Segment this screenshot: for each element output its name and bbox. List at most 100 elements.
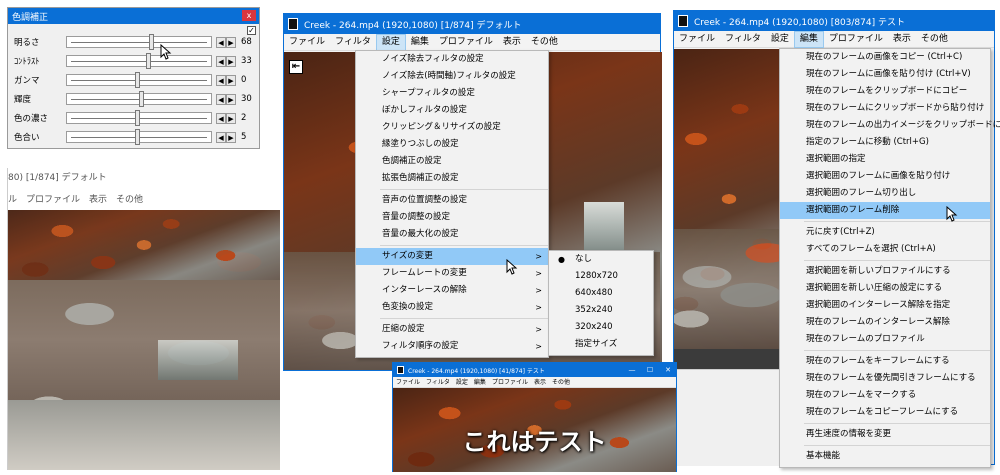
menu-settings[interactable]: 設定	[453, 377, 471, 388]
menu-item[interactable]: 選択範囲のインターレース解除を指定	[780, 297, 990, 314]
window-titlebar[interactable]: Creek - 264.mp4 (1920,1080) [1/874] デフォル…	[284, 14, 660, 34]
menu-item[interactable]: 指定のフレームに移動 (Ctrl+G)	[780, 134, 990, 151]
menu-filter[interactable]: フィルタ	[720, 31, 766, 48]
submenu-item[interactable]: 指定サイズ	[549, 336, 653, 353]
increment-arrow-icon[interactable]: ▶	[226, 131, 236, 143]
menu-item[interactable]: 基本機能	[780, 448, 990, 465]
menu-view[interactable]: 表示	[531, 377, 549, 388]
menu-item-delete-selection[interactable]: 選択範囲のフレーム削除	[780, 202, 990, 219]
close-icon[interactable]: ✕	[660, 363, 676, 377]
increment-arrow-icon[interactable]: ▶	[226, 112, 236, 124]
menu-profile[interactable]: プロファイル	[434, 34, 498, 51]
menu-item[interactable]: 選択範囲を新しいプロファイルにする	[780, 263, 990, 280]
submenu-item[interactable]: 640x480	[549, 285, 653, 302]
menu-item[interactable]: 現在のフレームをキーフレームにする	[780, 353, 990, 370]
menu-item[interactable]: 選択範囲の指定	[780, 151, 990, 168]
slider-thumb[interactable]	[135, 72, 140, 88]
luminance-slider[interactable]	[66, 91, 212, 107]
menu-other[interactable]: その他	[526, 34, 563, 51]
gamma-slider[interactable]	[66, 72, 212, 88]
increment-arrow-icon[interactable]: ▶	[226, 74, 236, 86]
slider-thumb[interactable]	[135, 110, 140, 126]
menu-item-framerate[interactable]: フレームレートの変更 >	[356, 265, 548, 282]
menu-item[interactable]: ル	[8, 192, 17, 205]
maximize-icon[interactable]: ☐	[642, 363, 658, 377]
increment-arrow-icon[interactable]: ▶	[226, 93, 236, 105]
menu-item[interactable]: クリッピング＆リサイズの設定	[356, 119, 548, 136]
menu-other[interactable]: その他	[916, 31, 953, 48]
decrement-arrow-icon[interactable]: ◀	[216, 112, 226, 124]
menu-item[interactable]: 現在のフレームをマークする	[780, 387, 990, 404]
menu-item[interactable]: 現在のフレームに画像を貼り付け (Ctrl+V)	[780, 66, 990, 83]
menu-filter[interactable]: フィルタ	[423, 377, 453, 388]
contrast-slider[interactable]	[66, 53, 212, 69]
menu-item-filter-order[interactable]: フィルタ順序の設定 >	[356, 338, 548, 355]
menu-other[interactable]: その他	[549, 377, 573, 388]
menu-profile[interactable]: プロファイル	[824, 31, 888, 48]
menu-settings[interactable]: 設定	[375, 33, 406, 51]
submenu-item[interactable]: 320x240	[549, 319, 653, 336]
decrement-arrow-icon[interactable]: ◀	[216, 74, 226, 86]
increment-arrow-icon[interactable]: ▶	[226, 55, 236, 67]
menu-item[interactable]: ノイズ除去(時間軸)フィルタの設定	[356, 68, 548, 85]
menu-item[interactable]: 現在のフレームの出力イメージをクリップボードにコピー	[780, 117, 1000, 134]
close-button[interactable]: x	[242, 10, 256, 21]
menu-item[interactable]: 現在のフレームをコピーフレームにする	[780, 404, 990, 421]
menu-item-compression[interactable]: 圧縮の設定 >	[356, 321, 548, 338]
menu-item[interactable]: 音量の最大化の設定	[356, 226, 548, 243]
menu-item[interactable]: 現在のフレームのインターレース解除	[780, 314, 990, 331]
menu-profile[interactable]: プロファイル	[489, 377, 531, 388]
saturation-slider[interactable]	[66, 110, 212, 126]
hue-slider[interactable]	[66, 129, 212, 145]
slider-thumb[interactable]	[148, 34, 154, 50]
menu-edit[interactable]: 編集	[406, 34, 434, 51]
menu-item[interactable]: プロファイル	[26, 192, 80, 205]
menu-file[interactable]: ファイル	[393, 377, 423, 388]
submenu-item-none[interactable]: ● なし	[549, 251, 653, 268]
menu-view[interactable]: 表示	[888, 31, 916, 48]
menu-file[interactable]: ファイル	[284, 34, 330, 51]
menu-view[interactable]: 表示	[498, 34, 526, 51]
menu-item[interactable]: 現在のフレームのプロファイル	[780, 331, 990, 348]
slider-thumb[interactable]	[145, 53, 151, 69]
menu-item[interactable]: 現在のフレームにクリップボードから貼り付け	[780, 100, 990, 117]
brightness-slider[interactable]	[66, 34, 212, 50]
menu-item[interactable]: すべてのフレームを選択 (Ctrl+A)	[780, 241, 990, 258]
slider-thumb[interactable]	[139, 91, 145, 107]
menu-item[interactable]: ぼかしフィルタの設定	[356, 102, 548, 119]
menu-filter[interactable]: フィルタ	[330, 34, 376, 51]
menu-item[interactable]: 音声の位置調整の設定	[356, 192, 548, 209]
window-titlebar[interactable]: Creek - 264.mp4 (1920,1080) [41/874] テスト…	[393, 363, 676, 377]
menu-item-deinterlace[interactable]: インターレースの解除 >	[356, 282, 548, 299]
menu-item[interactable]: 現在のフレームの画像をコピー (Ctrl+C)	[780, 49, 990, 66]
menu-item[interactable]: 縁塗りつぶしの設定	[356, 136, 548, 153]
increment-arrow-icon[interactable]: ▶	[226, 36, 236, 48]
window-titlebar[interactable]: Creek - 264.mp4 (1920,1080) [803/874] テス…	[674, 11, 994, 31]
menu-item[interactable]: ノイズ除去フィルタの設定	[356, 51, 548, 68]
menu-item[interactable]: 現在のフレームを優先間引きフレームにする	[780, 370, 990, 387]
menu-item[interactable]: 拡張色調補正の設定	[356, 170, 548, 187]
go-to-start-icon[interactable]: ⇤	[289, 60, 303, 74]
menu-item[interactable]: 音量の調整の設定	[356, 209, 548, 226]
menu-item[interactable]: 色調補正の設定	[356, 153, 548, 170]
menu-file[interactable]: ファイル	[674, 31, 720, 48]
menu-item[interactable]: 選択範囲のフレームに画像を貼り付け	[780, 168, 990, 185]
menu-item[interactable]: 選択範囲を新しい圧縮の設定にする	[780, 280, 990, 297]
panel-titlebar[interactable]: 色調補正	[8, 8, 259, 24]
menu-item-resize[interactable]: サイズの変更 >	[356, 248, 548, 265]
menu-item[interactable]: 選択範囲のフレーム切り出し	[780, 185, 990, 202]
menu-item[interactable]: 表示	[89, 192, 107, 205]
decrement-arrow-icon[interactable]: ◀	[216, 131, 226, 143]
menu-item-color-convert[interactable]: 色変換の設定 >	[356, 299, 548, 316]
minimize-icon[interactable]: —	[624, 363, 640, 377]
menu-item[interactable]: 再生速度の情報を変更	[780, 426, 990, 443]
slider-thumb[interactable]	[135, 129, 140, 145]
menu-item[interactable]: その他	[116, 192, 143, 205]
decrement-arrow-icon[interactable]: ◀	[216, 36, 226, 48]
menu-item[interactable]: 元に戻す(Ctrl+Z)	[780, 224, 990, 241]
menu-settings[interactable]: 設定	[766, 31, 794, 48]
decrement-arrow-icon[interactable]: ◀	[216, 55, 226, 67]
menu-edit[interactable]: 編集	[793, 30, 824, 48]
menu-item[interactable]: シャープフィルタの設定	[356, 85, 548, 102]
decrement-arrow-icon[interactable]: ◀	[216, 93, 226, 105]
